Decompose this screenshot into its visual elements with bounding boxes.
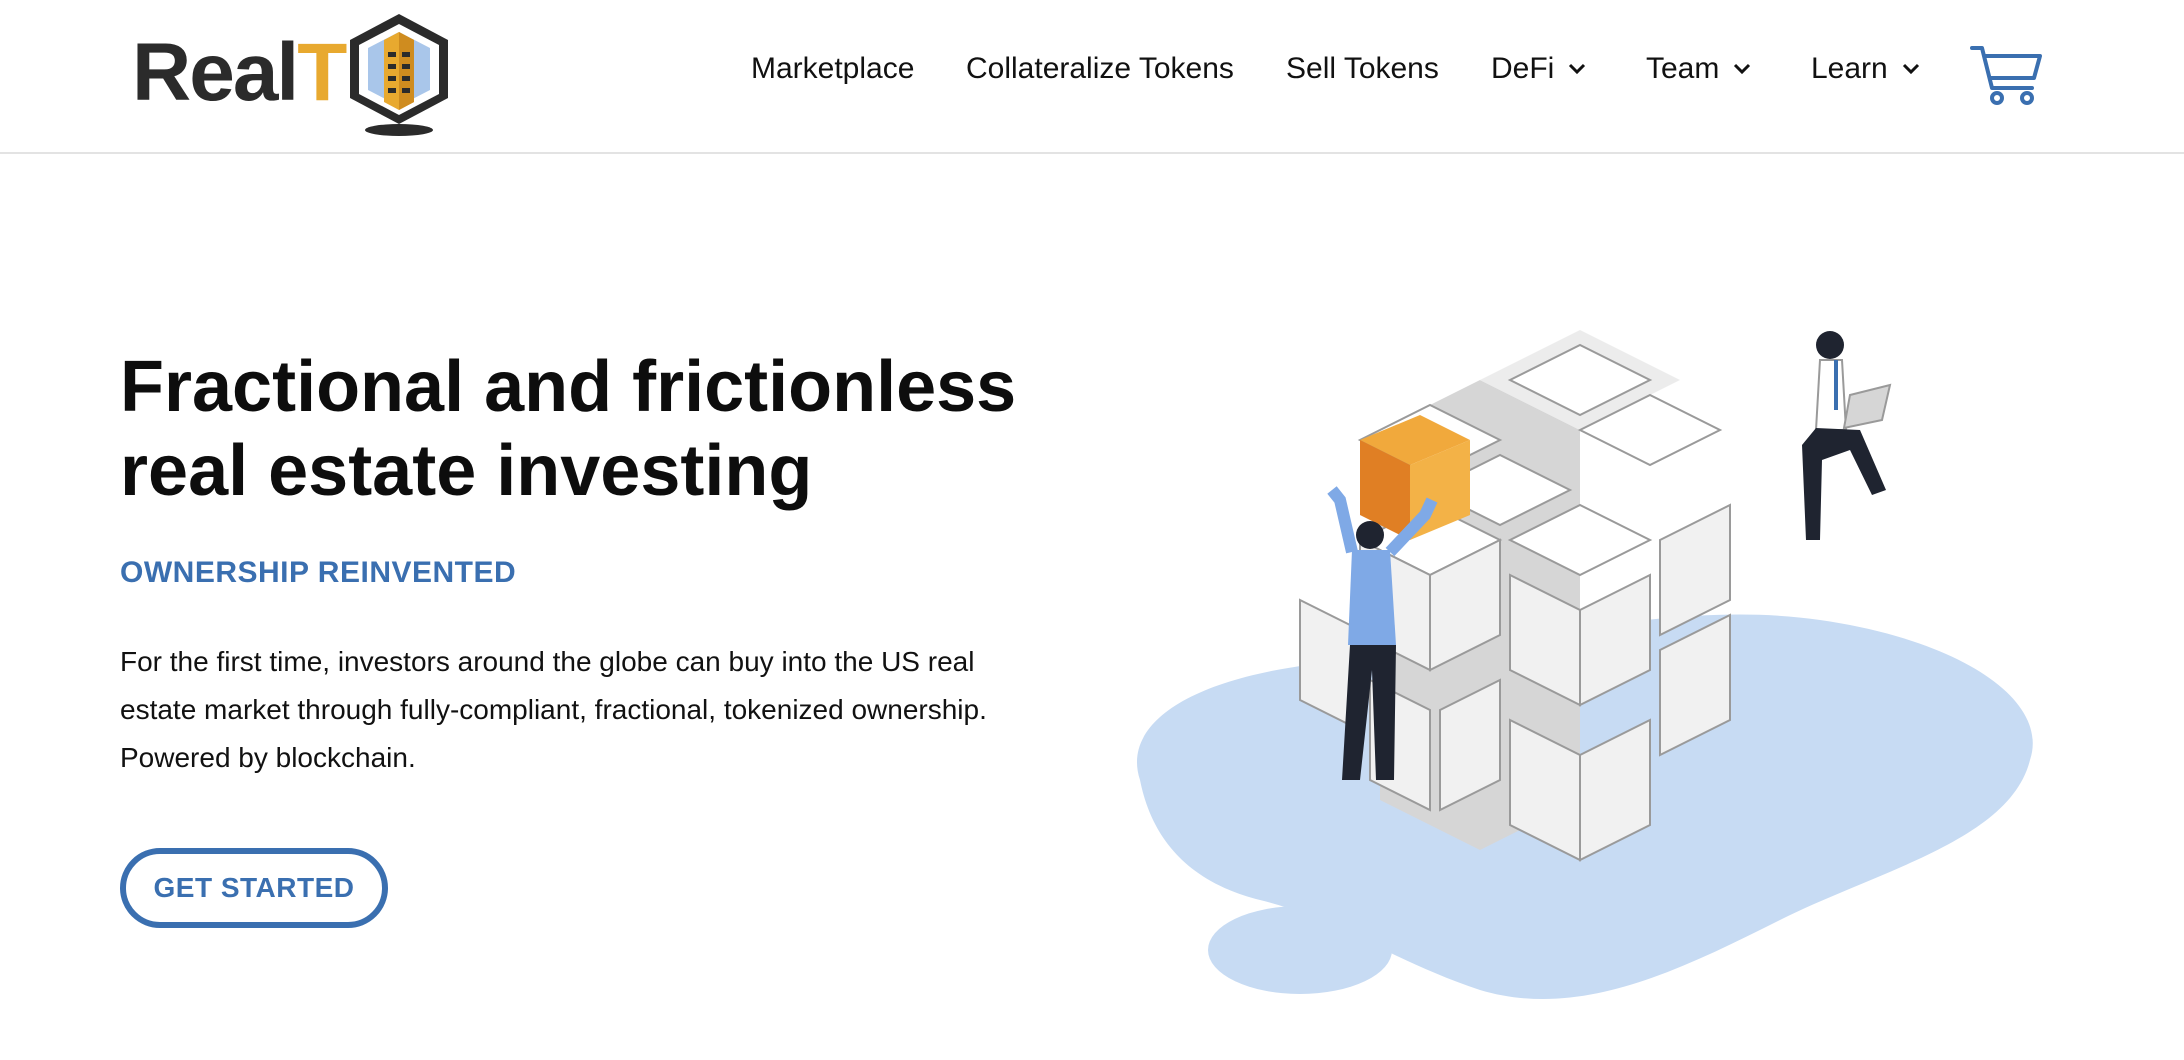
hero-description-line: estate market through fully-compliant, f… bbox=[120, 694, 987, 725]
logo-wordmark: RealT bbox=[132, 27, 347, 118]
nav-label: Learn bbox=[1811, 52, 1888, 85]
hero-description-line: Powered by blockchain. bbox=[120, 742, 416, 773]
nav-collateralize-tokens[interactable]: Collateralize Tokens bbox=[966, 52, 1234, 86]
nav-label: Marketplace bbox=[751, 52, 915, 85]
realt-logo[interactable]: RealT bbox=[132, 10, 452, 136]
hero-title-line: real estate investing bbox=[120, 431, 813, 511]
get-started-button[interactable]: GET STARTED bbox=[120, 848, 388, 928]
hero-title-line: Fractional and frictionless bbox=[120, 347, 1017, 427]
nav-label: Sell Tokens bbox=[1286, 52, 1439, 85]
nav-label: DeFi bbox=[1491, 52, 1555, 85]
cart-icon[interactable] bbox=[1970, 44, 2042, 106]
chevron-down-icon bbox=[1734, 63, 1751, 75]
hero-title: Fractional and frictionless real estate … bbox=[120, 345, 1020, 513]
hero-description-line: For the first time, investors around the… bbox=[120, 646, 975, 677]
hero-illustration bbox=[1136, 330, 2033, 1000]
nav-learn[interactable]: Learn bbox=[1811, 52, 1920, 86]
nav-defi[interactable]: DeFi bbox=[1491, 52, 1586, 86]
nav-label: Team bbox=[1646, 52, 1720, 85]
nav-team[interactable]: Team bbox=[1646, 52, 1751, 86]
woman-figure bbox=[1802, 331, 1892, 540]
hero-subtitle: OWNERSHIP REINVENTED bbox=[120, 556, 517, 589]
hero-description: For the first time, investors around the… bbox=[120, 638, 1020, 782]
site-header: RealT Marketplace Collateralize Tokens S… bbox=[0, 0, 2184, 154]
nav-sell-tokens[interactable]: Sell Tokens bbox=[1286, 52, 1439, 86]
building-cube-icon bbox=[350, 14, 448, 136]
nav-label: Collateralize Tokens bbox=[966, 52, 1234, 85]
chevron-down-icon bbox=[1902, 63, 1919, 75]
nav-marketplace[interactable]: Marketplace bbox=[751, 52, 914, 86]
chevron-down-icon bbox=[1569, 63, 1586, 75]
